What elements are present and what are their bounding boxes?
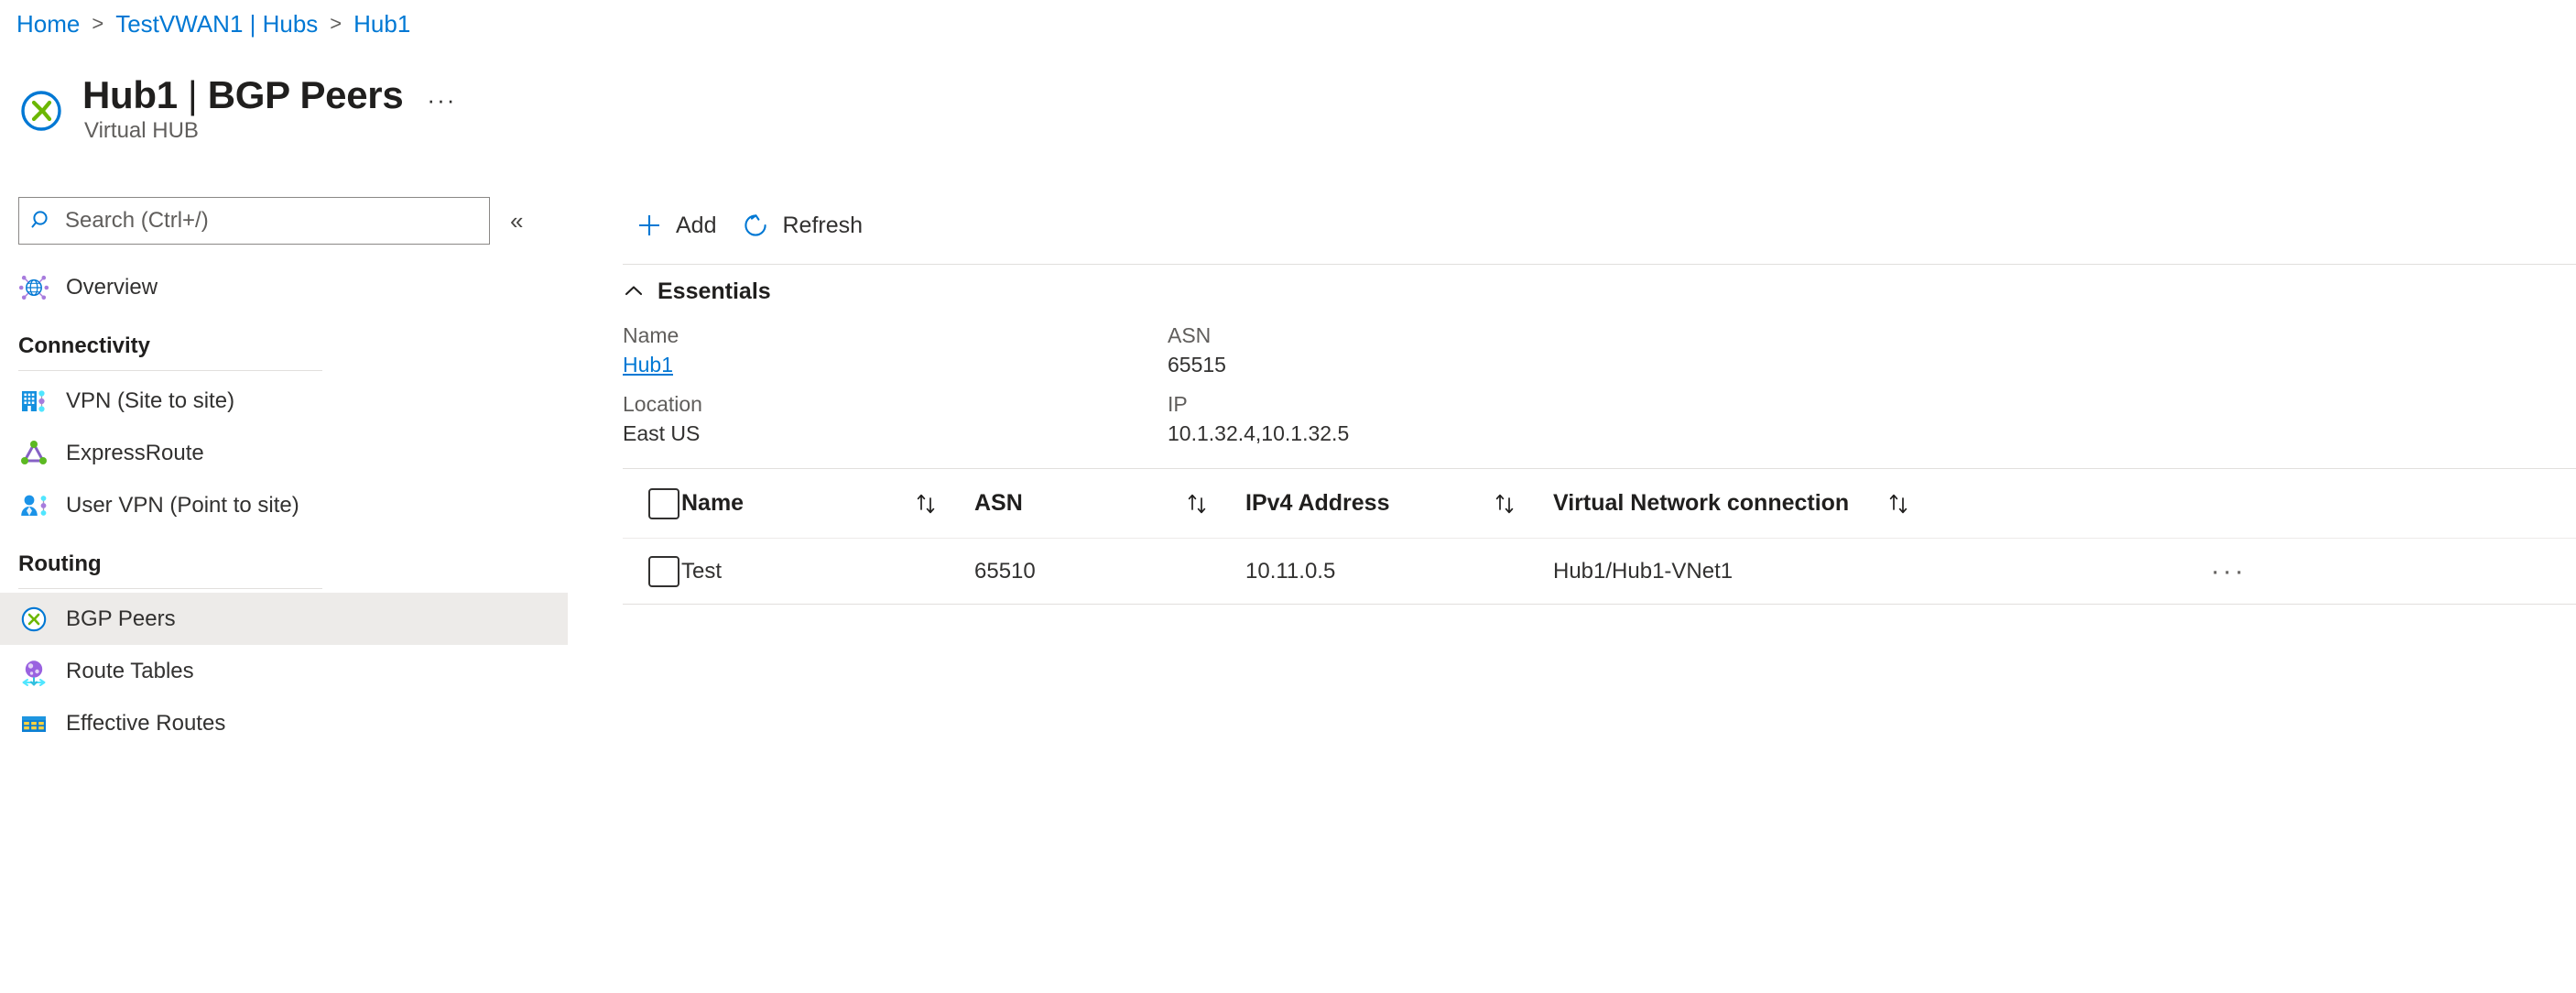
sort-ascending-descending-icon[interactable] xyxy=(1183,490,1211,518)
vpn-site-to-site-icon xyxy=(18,386,49,417)
column-header-name[interactable]: Name xyxy=(681,490,974,518)
table-row[interactable]: Test 65510 10.11.0.5 Hub1/Hub1-VNet1 ··· xyxy=(623,539,2576,605)
essentials-field-key: IP xyxy=(1168,392,1188,416)
page-subtitle: Virtual HUB xyxy=(84,118,199,144)
effective-routes-icon xyxy=(18,708,49,739)
essentials-field-value: 10.1.32.4,10.1.32.5 xyxy=(1168,421,1350,445)
essentials-field-value-link[interactable]: Hub1 xyxy=(623,353,1168,377)
sidebar-item-bgp-peers[interactable]: BGP Peers xyxy=(0,593,568,645)
row-context-menu-button[interactable]: ··· xyxy=(2211,557,2246,585)
sidebar-item-label: Effective Routes xyxy=(66,710,226,736)
sort-ascending-descending-icon[interactable] xyxy=(912,490,940,518)
sidebar-item-label: User VPN (Point to site) xyxy=(66,492,299,518)
sidebar-item-label: BGP Peers xyxy=(66,606,176,631)
refresh-button[interactable]: Refresh xyxy=(729,203,875,247)
sidebar-item-label: Overview xyxy=(66,274,158,300)
sidebar-group-divider xyxy=(18,370,322,371)
essentials-grid: Name Hub1 ASN 65515 Location East US IP … xyxy=(623,323,2576,461)
sidebar-item-label: Route Tables xyxy=(66,658,194,683)
sidebar-group-divider xyxy=(18,588,322,589)
sidebar-group-title: Routing xyxy=(18,551,102,576)
search-icon xyxy=(30,209,54,233)
column-header-asn[interactable]: ASN xyxy=(974,490,1245,518)
sidebar-item-expressroute[interactable]: ExpressRoute xyxy=(0,427,568,479)
row-select-cell xyxy=(623,555,681,587)
select-all-checkbox[interactable] xyxy=(648,487,679,519)
essentials-field-key: Name xyxy=(623,323,679,347)
column-header-label: ASN xyxy=(974,490,1023,516)
column-header-ipv4-address[interactable]: IPv4 Address xyxy=(1245,490,1553,518)
overview-globe-icon xyxy=(18,272,49,303)
cell-ipv4-address: 10.11.0.5 xyxy=(1245,558,1336,584)
essentials-field-ip: IP 10.1.32.4,10.1.32.5 xyxy=(1168,392,2576,461)
breadcrumb-item-home[interactable]: Home xyxy=(16,10,80,38)
sidebar-item-label: VPN (Site to site) xyxy=(66,387,235,413)
page-title-separator: | xyxy=(187,73,198,116)
refresh-icon xyxy=(742,212,769,239)
route-tables-icon xyxy=(18,656,49,687)
breadcrumb-separator: > xyxy=(330,12,342,35)
essentials-field-name: Name Hub1 xyxy=(623,323,1168,392)
sidebar-group-title: Connectivity xyxy=(18,333,151,358)
essentials-field-value: East US xyxy=(623,421,701,445)
sidebar: « Overview xyxy=(0,197,568,749)
sidebar-group-connectivity: Connectivity VPN (Site to site) ExpressR… xyxy=(0,333,568,531)
breadcrumb-item-testvwan1-hubs[interactable]: TestVWAN1 | Hubs xyxy=(115,10,318,38)
page-title-resource: Hub1 xyxy=(82,73,178,116)
sidebar-item-overview[interactable]: Overview xyxy=(0,261,568,313)
cell-actions: ··· xyxy=(1947,557,2576,585)
cell-asn: 65510 xyxy=(974,558,1036,584)
page-header: Hub1 | BGP Peers ··· Virtual HUB xyxy=(18,73,456,144)
sort-ascending-descending-icon[interactable] xyxy=(1491,490,1518,518)
sidebar-item-label: ExpressRoute xyxy=(66,440,204,465)
main-content: Add Refresh Essentials Name Hub1 ASN 655… xyxy=(623,200,2576,605)
column-header-virtual-network-connection[interactable]: Virtual Network connection xyxy=(1553,490,1947,518)
column-header-label: Name xyxy=(681,490,745,516)
sidebar-item-vpn-site-to-site[interactable]: VPN (Site to site) xyxy=(0,375,568,427)
breadcrumb-separator: > xyxy=(92,12,104,35)
toolbar-divider xyxy=(623,264,2576,265)
essentials-field-location: Location East US xyxy=(623,392,1168,461)
essentials-field-asn: ASN 65515 xyxy=(1168,323,2576,392)
column-header-label: IPv4 Address xyxy=(1245,490,1390,516)
virtual-hub-icon xyxy=(18,88,64,134)
add-button-label: Add xyxy=(676,212,717,238)
essentials-field-key: Location xyxy=(623,392,702,416)
row-select-checkbox[interactable] xyxy=(648,555,679,587)
breadcrumb: Home > TestVWAN1 | Hubs > Hub1 xyxy=(16,5,410,42)
page-more-commands-button[interactable]: ··· xyxy=(427,86,456,115)
essentials-field-value: 65515 xyxy=(1168,353,1226,376)
sidebar-search-row: « xyxy=(0,197,568,245)
sidebar-item-effective-routes[interactable]: Effective Routes xyxy=(0,697,568,749)
bgp-peers-table: Name ASN IPv4 Address Virtual Network co… xyxy=(623,469,2576,605)
select-all-cell xyxy=(623,487,681,519)
search-box[interactable] xyxy=(18,197,490,245)
sidebar-item-route-tables[interactable]: Route Tables xyxy=(0,645,568,697)
plus-icon xyxy=(636,212,663,239)
essentials-field-key: ASN xyxy=(1168,323,1212,347)
table-header-row: Name ASN IPv4 Address Virtual Network co… xyxy=(623,469,2576,539)
sidebar-collapse-button[interactable]: « xyxy=(510,209,523,233)
sidebar-item-user-vpn-point-to-site[interactable]: User VPN (Point to site) xyxy=(0,479,568,531)
add-button[interactable]: Add xyxy=(623,203,729,247)
user-vpn-point-to-site-icon xyxy=(18,490,49,521)
cell-name: Test xyxy=(681,558,723,584)
essentials-toggle[interactable]: Essentials xyxy=(623,265,852,318)
bgp-peers-icon xyxy=(18,604,49,635)
search-input[interactable] xyxy=(63,198,457,244)
command-bar: Add Refresh xyxy=(623,200,2576,251)
refresh-button-label: Refresh xyxy=(782,212,864,238)
sort-ascending-descending-icon[interactable] xyxy=(1885,490,1912,518)
column-header-label: Virtual Network connection xyxy=(1553,490,1850,516)
sidebar-group-routing: Routing BGP Peers Route Tables Effective… xyxy=(0,551,568,749)
page-title-section: BGP Peers xyxy=(207,73,404,116)
cell-virtual-network-connection: Hub1/Hub1-VNet1 xyxy=(1553,558,1734,584)
chevron-up-icon xyxy=(623,280,645,302)
expressroute-icon xyxy=(18,438,49,469)
breadcrumb-item-hub1[interactable]: Hub1 xyxy=(353,10,410,38)
essentials-label: Essentials xyxy=(658,278,771,304)
